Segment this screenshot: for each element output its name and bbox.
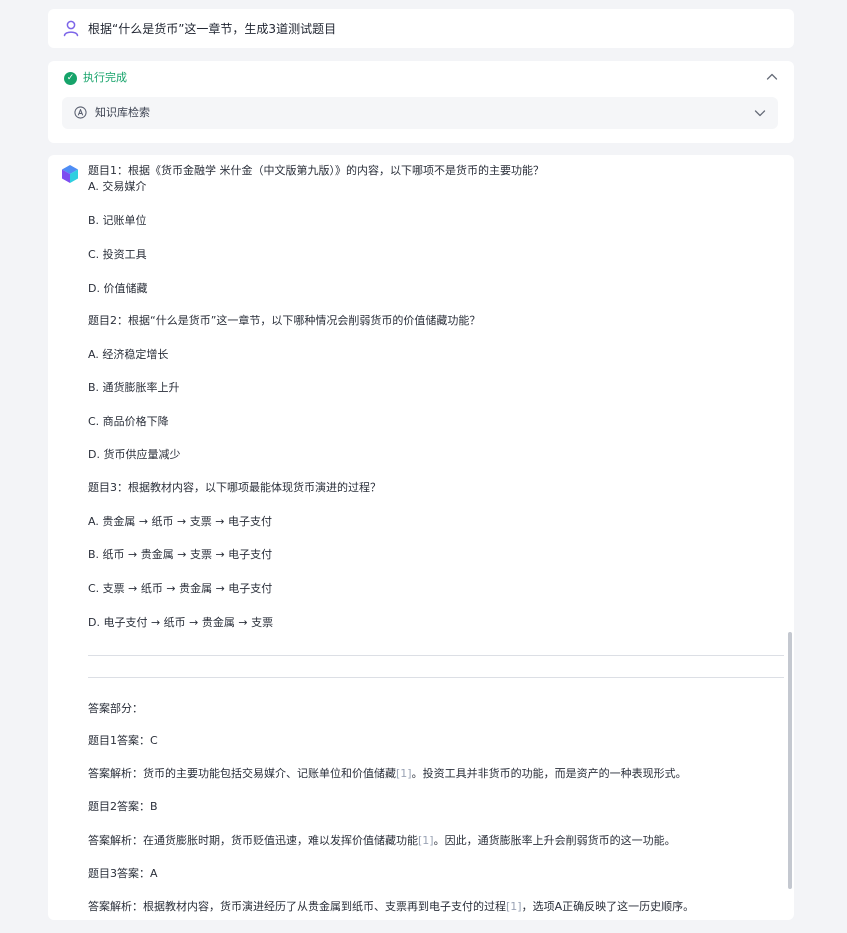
question-1-option-c: C. 投资工具: [88, 248, 147, 261]
chevron-down-icon[interactable]: [752, 105, 768, 121]
answer-heading: 答案部分：: [88, 702, 143, 715]
question-2-option-b: B. 通货膨胀率上升: [88, 381, 180, 394]
citation-link[interactable]: [1]: [506, 900, 522, 913]
answer-3-explanation: 答案解析：根据教材内容，货币演进经历了从贵金属到纸币、支票再到电子支付的过程[1…: [88, 900, 695, 913]
question-1-option-a: A. 交易媒介: [88, 180, 147, 193]
ai-assistant-logo-icon: [62, 165, 78, 183]
answer-1-explanation: 答案解析：货币的主要功能包括交易媒介、记账单位和价值储藏[1]。投资工具并非货币…: [88, 767, 687, 780]
question-1-option-d: D. 价值储藏: [88, 282, 148, 295]
knowledge-base-icon: [74, 106, 87, 119]
answer-2-explanation: 答案解析：在通货膨胀时期，货币贬值迅速，难以发挥价值储藏功能[1]。因此，通货膨…: [88, 834, 676, 847]
question-3-title: 题目3：根据教材内容，以下哪项最能体现货币演进的过程？: [88, 481, 381, 494]
question-2-option-a: A. 经济稳定增长: [88, 348, 169, 361]
user-prompt-text: 根据“什么是货币”这一章节，生成3道测试题目: [88, 22, 337, 36]
question-1-title: 题目1：根据《货币金融学 米什金（中文版第九版）》的内容，以下哪项不是货币的主要…: [88, 164, 544, 177]
citation-link[interactable]: [1]: [396, 767, 412, 780]
answer-2: 题目2答案：B: [88, 800, 158, 813]
question-2-title: 题目2：根据“什么是货币”这一章节，以下哪种情况会削弱货币的价值储藏功能？: [88, 314, 481, 327]
check-circle-icon: ✓: [64, 71, 77, 85]
knowledge-search-step[interactable]: 知识库检索: [62, 97, 778, 129]
question-3-option-a: A. 贵金属 → 纸币 → 支票 → 电子支付: [88, 515, 272, 528]
question-2-option-d: D. 货币供应量减少: [88, 448, 181, 461]
question-3-option-b: B. 纸币 → 贵金属 → 支票 → 电子支付: [88, 548, 273, 561]
user-message-card: 根据“什么是货币”这一章节，生成3道测试题目: [48, 9, 794, 48]
question-3-option-c: C. 支票 → 纸币 → 贵金属 → 电子支付: [88, 582, 273, 595]
user-icon: [63, 20, 79, 37]
section-divider-1: [88, 655, 784, 656]
status-row: ✓ 执行完成: [64, 70, 127, 86]
question-1-option-b: B. 记账单位: [88, 214, 147, 227]
knowledge-search-label: 知识库检索: [95, 106, 150, 119]
answer-1: 题目1答案：C: [88, 734, 158, 747]
status-label: 执行完成: [83, 71, 127, 84]
citation-link[interactable]: [1]: [418, 834, 434, 847]
question-2-option-c: C. 商品价格下降: [88, 415, 169, 428]
answer-3: 题目3答案：A: [88, 867, 158, 880]
ai-response-card: 题目1：根据《货币金融学 米什金（中文版第九版）》的内容，以下哪项不是货币的主要…: [48, 155, 794, 920]
section-divider-2: [88, 677, 784, 678]
chevron-up-icon[interactable]: [764, 69, 780, 85]
scrollbar-thumb[interactable]: [788, 632, 792, 889]
execution-status-card: ✓ 执行完成 知识库检索: [48, 61, 794, 143]
question-3-option-d: D. 电子支付 → 纸币 → 贵金属 → 支票: [88, 616, 274, 629]
